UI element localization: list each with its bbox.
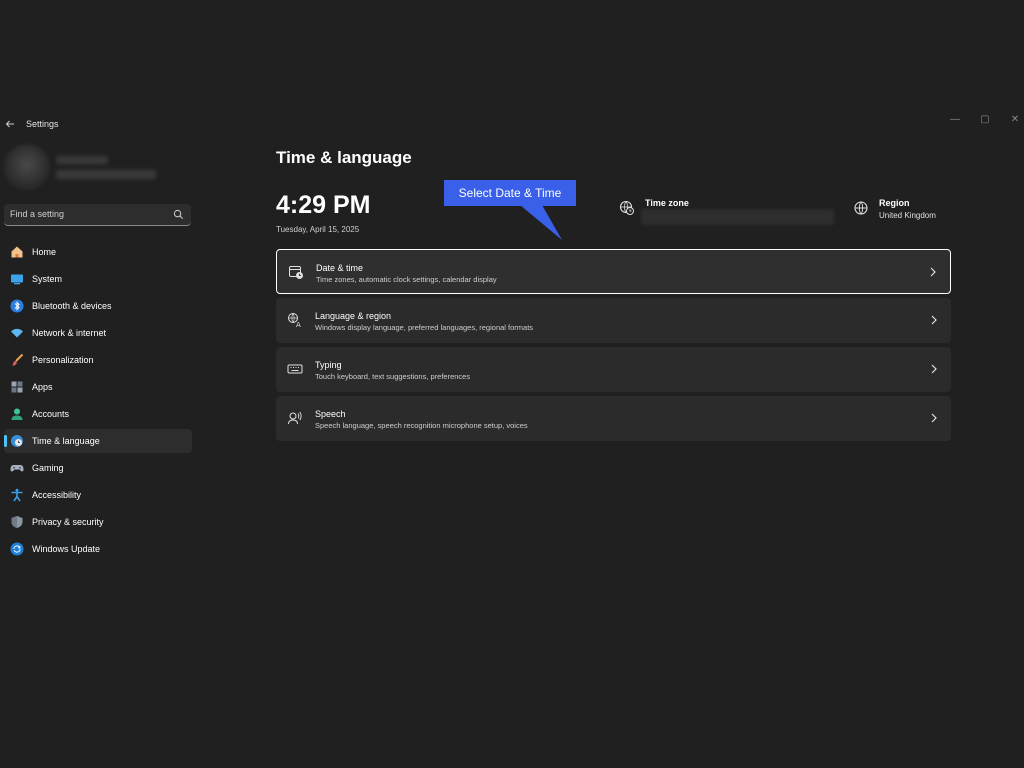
- chevron-right-icon: [931, 315, 937, 325]
- search-box[interactable]: [4, 204, 191, 226]
- user-profile[interactable]: [0, 140, 200, 196]
- system-icon: [11, 274, 23, 285]
- apps-icon: [11, 381, 23, 393]
- sidebar-item-label: Privacy & security: [32, 517, 104, 527]
- profile-email-blurred: [56, 170, 156, 179]
- bluetooth-icon: [10, 299, 24, 313]
- sidebar-item-label: Accessibility: [32, 490, 82, 500]
- accessibility-icon: [11, 488, 23, 502]
- speech-icon: [288, 411, 302, 425]
- top-area: [0, 0, 1024, 110]
- page-title: Time & language: [276, 148, 412, 167]
- sidebar-item-label: Personalization: [32, 355, 94, 365]
- back-arrow-icon: [5, 120, 14, 128]
- sidebar-item-home[interactable]: Home: [4, 240, 192, 264]
- maximize-button[interactable]: ▢: [970, 112, 1000, 126]
- sidebar-item-label: System: [32, 274, 63, 284]
- brush-icon: [11, 353, 24, 366]
- card-typing[interactable]: Typing Touch keyboard, text suggestions,…: [276, 347, 951, 392]
- card-description: Touch keyboard, text suggestions, prefer…: [315, 372, 471, 381]
- svg-text:A: A: [296, 321, 301, 328]
- card-title: Date & time: [316, 263, 364, 273]
- minimize-button[interactable]: —: [940, 112, 970, 126]
- time-zone-label: Time zone: [645, 198, 689, 208]
- profile-name-blurred: [56, 156, 108, 164]
- region-value: United Kingdom: [879, 211, 936, 220]
- search-icon[interactable]: [173, 209, 184, 220]
- keyboard-icon: [287, 364, 303, 374]
- sidebar-item-bluetooth[interactable]: Bluetooth & devices: [4, 294, 192, 318]
- person-icon: [11, 408, 23, 420]
- sidebar-item-system[interactable]: System: [4, 267, 192, 291]
- callout-annotation: Select Date & Time: [444, 180, 576, 206]
- sidebar-item-windows-update[interactable]: Windows Update: [4, 537, 192, 561]
- chevron-right-icon: [930, 267, 936, 277]
- card-title: Language & region: [315, 311, 392, 321]
- time-zone-icon: [619, 200, 634, 215]
- sidebar-item-accounts[interactable]: Accounts: [4, 402, 192, 426]
- sidebar-item-accessibility[interactable]: Accessibility: [4, 483, 192, 507]
- sidebar-item-network[interactable]: Network & internet: [4, 321, 192, 345]
- title-bar: Settings — ▢ ✕: [0, 112, 1024, 138]
- sidebar-item-gaming[interactable]: Gaming: [4, 456, 192, 480]
- shield-icon: [11, 516, 23, 528]
- close-icon: ✕: [1010, 113, 1020, 125]
- sidebar-item-label: Windows Update: [32, 544, 101, 554]
- sidebar-item-label: Home: [32, 247, 57, 257]
- card-language-region[interactable]: A Language & region Windows display lang…: [276, 298, 951, 343]
- sidebar-nav: Home System Bluetooth & devices Network …: [4, 240, 192, 564]
- wifi-icon: [11, 328, 23, 338]
- update-icon: [10, 542, 24, 556]
- sidebar-item-label: Gaming: [32, 463, 64, 473]
- card-title: Speech: [315, 409, 346, 419]
- card-speech[interactable]: Speech Speech language, speech recogniti…: [276, 396, 951, 441]
- chevron-right-icon: [931, 364, 937, 374]
- search-input[interactable]: [10, 209, 170, 219]
- gamepad-icon: [10, 465, 24, 472]
- sidebar-item-label: Time & language: [32, 436, 100, 446]
- calendar-clock-icon: [289, 266, 303, 279]
- back-button[interactable]: [2, 116, 18, 132]
- settings-cards: Date & time Time zones, automatic clock …: [276, 249, 951, 445]
- current-time: 4:29 PM: [276, 191, 371, 219]
- sidebar-item-label: Network & internet: [32, 328, 107, 338]
- globe-icon: [854, 201, 868, 215]
- sidebar-item-privacy[interactable]: Privacy & security: [4, 510, 192, 534]
- language-icon: A: [288, 313, 301, 328]
- globe-clock-icon: [11, 435, 23, 447]
- region-label: Region: [879, 198, 910, 208]
- sidebar-item-time-language[interactable]: Time & language: [4, 429, 192, 453]
- chevron-right-icon: [931, 413, 937, 423]
- sidebar-item-apps[interactable]: Apps: [4, 375, 192, 399]
- card-description: Time zones, automatic clock settings, ca…: [316, 275, 497, 284]
- sidebar-item-label: Accounts: [32, 409, 70, 419]
- avatar: [4, 144, 50, 190]
- sidebar-item-label: Bluetooth & devices: [32, 301, 112, 311]
- home-icon: [11, 246, 23, 258]
- card-description: Windows display language, preferred lang…: [315, 323, 534, 332]
- sidebar-item-label: Apps: [32, 382, 53, 392]
- window-title: Settings: [26, 119, 59, 129]
- minimize-icon: —: [950, 113, 960, 125]
- card-date-time[interactable]: Date & time Time zones, automatic clock …: [276, 249, 951, 294]
- card-title: Typing: [315, 360, 342, 370]
- callout-pointer: [520, 205, 562, 240]
- close-button[interactable]: ✕: [1000, 112, 1024, 126]
- time-zone-value-blurred: [641, 209, 834, 225]
- maximize-icon: ▢: [980, 113, 990, 125]
- callout-text: Select Date & Time: [458, 186, 562, 200]
- current-date: Tuesday, April 15, 2025: [276, 225, 360, 234]
- card-description: Speech language, speech recognition micr…: [315, 421, 528, 430]
- sidebar-item-personalization[interactable]: Personalization: [4, 348, 192, 372]
